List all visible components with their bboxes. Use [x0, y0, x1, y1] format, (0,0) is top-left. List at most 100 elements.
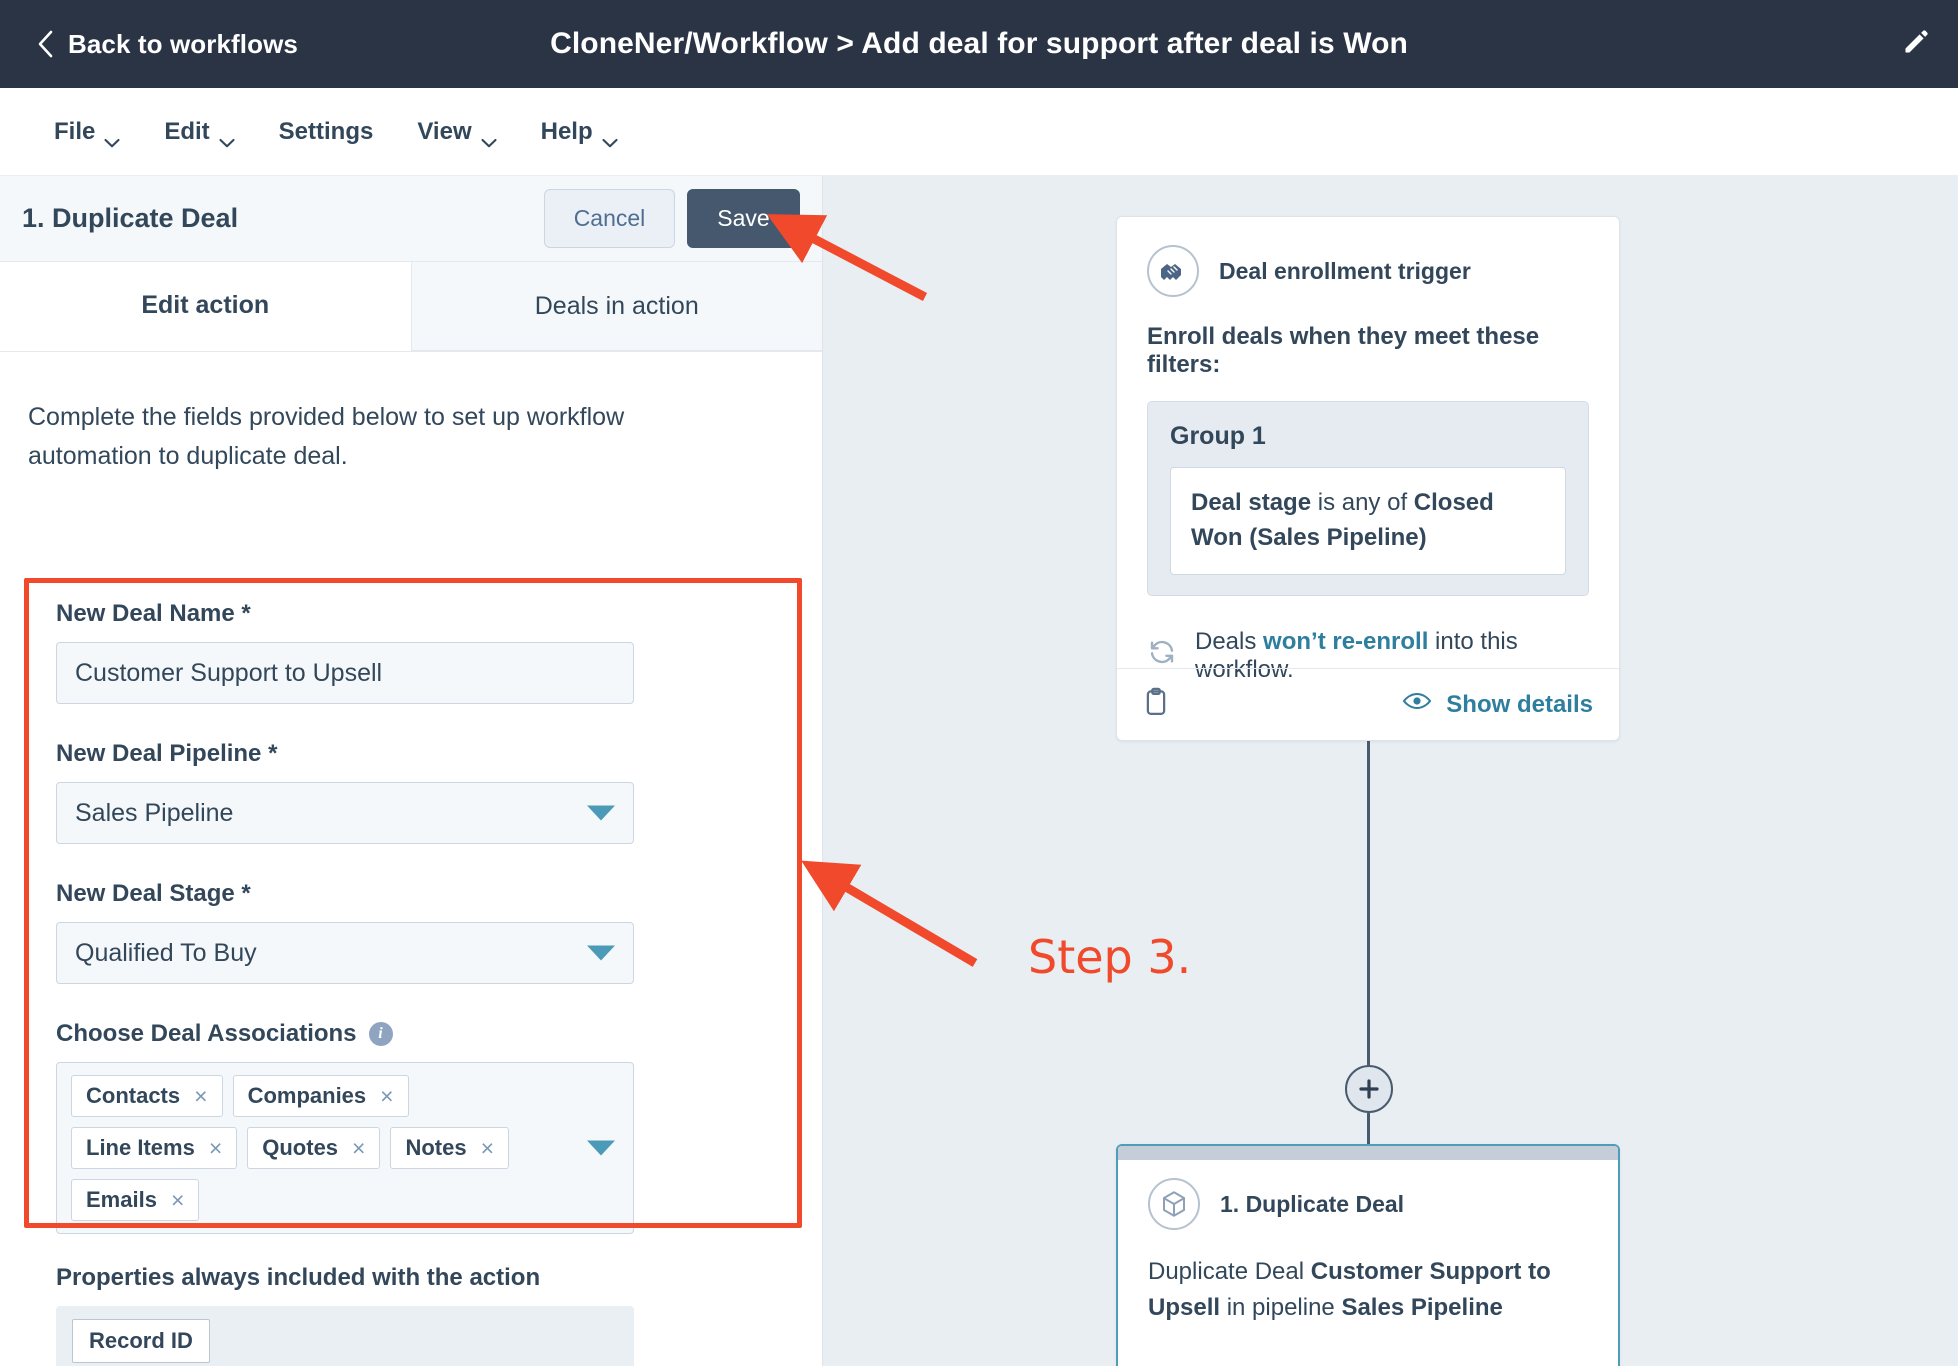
field-new-deal-stage: New Deal Stage * Qualified To Buy [56, 880, 776, 984]
new-deal-pipeline-select[interactable]: Sales Pipeline [56, 782, 634, 844]
duplicate-deal-action-card[interactable]: 1. Duplicate Deal Duplicate Deal Custome… [1116, 1144, 1620, 1366]
action-card-title: 1. Duplicate Deal [1220, 1190, 1405, 1217]
reenroll-highlight: won’t re-enroll [1263, 627, 1429, 655]
action-card-header: 1. Duplicate Deal [1148, 1178, 1588, 1230]
association-tag[interactable]: Emails × [71, 1179, 200, 1221]
trigger-filters-title: Enroll deals when they meet these filter… [1147, 323, 1540, 378]
connector-line-top [1367, 741, 1370, 1065]
handshake-icon [1147, 245, 1199, 297]
deal-associations-label-text: Choose Deal Associations [56, 1020, 357, 1047]
chevron-down-icon [602, 127, 618, 147]
chevron-left-icon [36, 29, 54, 59]
menu-view-label: View [417, 117, 472, 145]
action-desc-prefix: Duplicate Deal [1148, 1258, 1311, 1285]
association-tag[interactable]: Quotes × [247, 1127, 381, 1169]
field-new-deal-pipeline: New Deal Pipeline * Sales Pipeline [56, 740, 776, 844]
filter-group-1: Group 1 Deal stage is any of Closed Won … [1147, 401, 1589, 596]
info-icon[interactable]: i [368, 1022, 393, 1046]
association-tag[interactable]: Line Items × [71, 1127, 238, 1169]
filter-property: Deal stage [1191, 489, 1312, 516]
chevron-down-icon [481, 127, 497, 147]
deal-associations-tag-input[interactable]: Contacts × Companies × Line Items × Quot… [56, 1062, 634, 1234]
chevron-down-icon[interactable] [587, 1140, 615, 1156]
deal-associations-label: Choose Deal Associations i [56, 1020, 776, 1048]
trigger-card-content: Deal enrollment trigger Enroll deals whe… [1117, 217, 1619, 596]
chevron-down-icon [104, 127, 120, 147]
deal-enrollment-trigger-card[interactable]: Deal enrollment trigger Enroll deals whe… [1116, 216, 1620, 741]
included-properties-box: Record ID [56, 1306, 634, 1366]
filter-operator: is any of [1317, 489, 1408, 516]
remove-tag-icon[interactable]: × [209, 1136, 222, 1160]
back-link-label: Back to workflows [68, 28, 298, 59]
association-tag-label: Contacts [86, 1083, 181, 1108]
menu-view[interactable]: View [395, 112, 518, 152]
card-drag-strip[interactable] [1118, 1146, 1618, 1160]
remove-tag-icon[interactable]: × [380, 1084, 393, 1108]
menu-file[interactable]: File [32, 112, 142, 152]
remove-tag-icon[interactable]: × [194, 1084, 207, 1108]
new-deal-pipeline-value: Sales Pipeline [75, 798, 234, 827]
workflow-canvas: Deal enrollment trigger Enroll deals whe… [823, 176, 1958, 1366]
association-tag-label: Quotes [262, 1135, 339, 1160]
menu-edit[interactable]: Edit [142, 112, 256, 152]
back-to-workflows-link[interactable]: Back to workflows [36, 29, 298, 60]
plus-icon [1359, 1079, 1379, 1099]
trigger-card-header: Deal enrollment trigger [1147, 245, 1589, 297]
menu-help[interactable]: Help [519, 112, 640, 152]
step-annotation-label: Step 3. [1028, 930, 1192, 984]
show-details-label: Show details [1446, 690, 1593, 718]
association-tag[interactable]: Notes × [390, 1127, 510, 1169]
trigger-card-footer: Show details [1117, 668, 1619, 740]
menu-help-label: Help [540, 117, 593, 145]
new-deal-stage-select[interactable]: Qualified To Buy [56, 922, 634, 984]
menu-edit-label: Edit [164, 117, 210, 145]
remove-tag-icon[interactable]: × [171, 1188, 184, 1212]
association-tag-label: Line Items [86, 1135, 195, 1160]
edit-workflow-name-button[interactable] [1896, 24, 1936, 64]
association-tag-label: Notes [405, 1135, 467, 1160]
new-deal-pipeline-label: New Deal Pipeline * [56, 740, 278, 767]
chevron-down-icon [587, 945, 615, 961]
menu-file-label: File [54, 117, 96, 145]
pencil-icon [1902, 28, 1930, 61]
trigger-card-title: Deal enrollment trigger [1219, 257, 1471, 284]
add-step-button[interactable] [1345, 1065, 1393, 1113]
filter-group-title: Group 1 [1170, 422, 1266, 450]
chevron-down-icon [219, 127, 235, 147]
reenroll-prefix: Deals [1195, 627, 1264, 655]
field-included-properties: Properties always included with the acti… [56, 1264, 776, 1366]
association-tag-label: Emails [86, 1187, 157, 1212]
panel-tabs: Edit action Deals in action [0, 262, 822, 352]
panel-intro-text: Complete the fields provided below to se… [28, 403, 625, 470]
save-button[interactable]: Save [687, 189, 800, 248]
action-desc-mid: in pipeline [1220, 1294, 1342, 1321]
menu-settings-label: Settings [278, 117, 374, 145]
association-tag[interactable]: Contacts × [71, 1075, 223, 1117]
cube-icon [1148, 1178, 1200, 1230]
tab-edit-action[interactable]: Edit action [0, 262, 411, 351]
action-card-content: 1. Duplicate Deal Duplicate Deal Custome… [1118, 1160, 1618, 1326]
association-tag[interactable]: Companies × [232, 1075, 409, 1117]
panel-title: 1. Duplicate Deal [22, 203, 239, 233]
show-details-button[interactable]: Show details [1402, 690, 1593, 719]
chevron-down-icon [587, 805, 615, 821]
action-desc-pipeline: Sales Pipeline [1341, 1294, 1503, 1321]
property-chip-record-id: Record ID [72, 1319, 210, 1363]
clipboard-icon[interactable] [1143, 687, 1169, 722]
panel-header: 1. Duplicate Deal Cancel Save [0, 176, 822, 262]
remove-tag-icon[interactable]: × [352, 1136, 365, 1160]
new-deal-name-input[interactable]: Customer Support to Upsell [56, 642, 634, 704]
remove-tag-icon[interactable]: × [481, 1136, 494, 1160]
panel-body: Complete the fields provided below to se… [0, 398, 822, 476]
cancel-button[interactable]: Cancel [544, 189, 675, 248]
tab-deals-in-action[interactable]: Deals in action [410, 262, 822, 351]
filter-criterion-row[interactable]: Deal stage is any of Closed Won (Sales P… [1170, 467, 1566, 575]
top-header-bar: Back to workflows CloneNer/Workflow > Ad… [0, 0, 1958, 88]
field-new-deal-name: New Deal Name * Customer Support to Upse… [56, 600, 776, 704]
edit-action-panel: 1. Duplicate Deal Cancel Save Edit actio… [0, 176, 823, 1366]
menu-bar: File Edit Settings View Help [0, 88, 1958, 176]
menu-settings[interactable]: Settings [257, 112, 396, 152]
